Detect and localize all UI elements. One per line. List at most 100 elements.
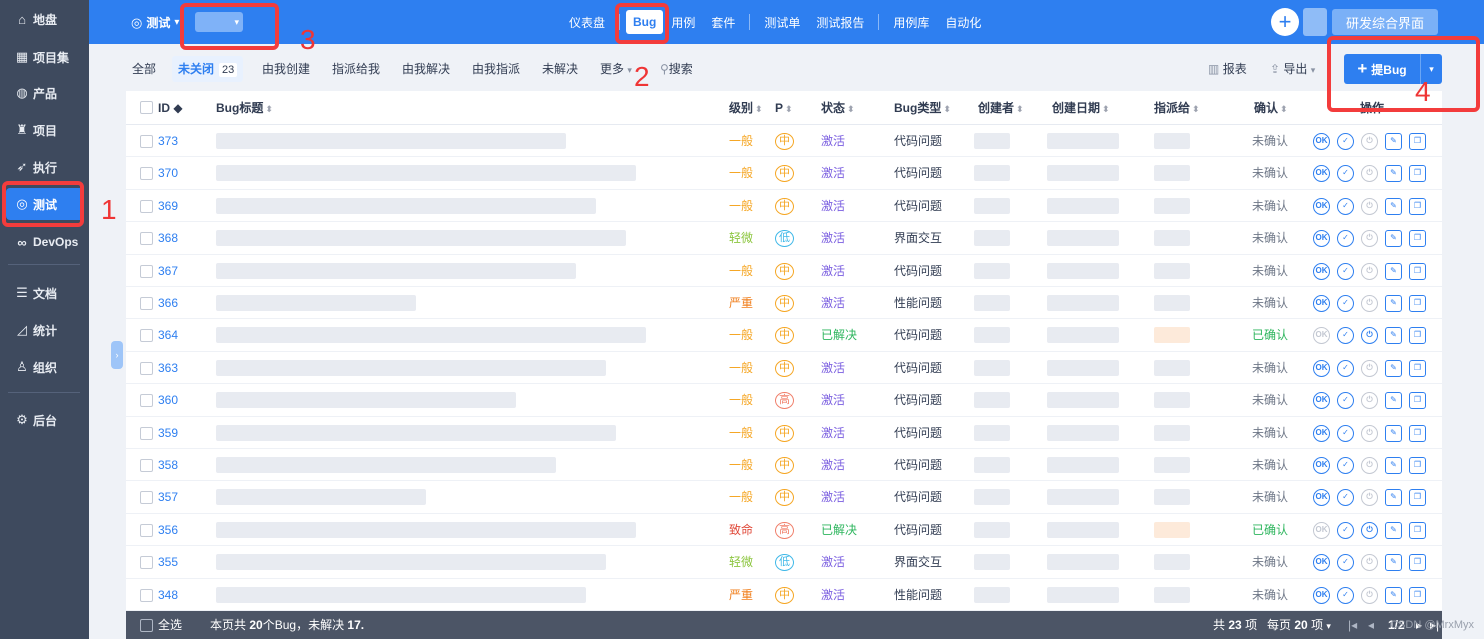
prev-page-icon[interactable]: ◂: [1368, 611, 1374, 639]
col-title[interactable]: Bug标题 ⬍: [216, 91, 273, 125]
tab-6[interactable]: 用例库: [885, 14, 937, 31]
row-checkbox[interactable]: [140, 556, 153, 570]
row-checkbox[interactable]: [140, 361, 153, 375]
bug-title-redacted[interactable]: [216, 197, 596, 214]
copy-icon[interactable]: ❐: [1409, 392, 1426, 410]
edit-icon[interactable]: ✎: [1385, 359, 1402, 377]
row-checkbox[interactable]: [140, 588, 153, 602]
copy-icon[interactable]: ❐: [1409, 521, 1426, 539]
copy-icon[interactable]: ❐: [1409, 424, 1426, 442]
sidebar-item[interactable]: ⚙ 后台: [6, 404, 84, 436]
table-row[interactable]: 367 一般 中 激活 代码问题 未确认 OK ✓ ⏻ ✎ ❐: [126, 255, 1442, 287]
resolve-check-icon[interactable]: ✓: [1337, 521, 1354, 539]
row-checkbox[interactable]: [140, 459, 153, 472]
table-row[interactable]: 366 严重 中 激活 性能问题 未确认 OK ✓ ⏻ ✎ ❐: [126, 287, 1442, 320]
close-power-icon[interactable]: ⏻: [1361, 521, 1378, 539]
sidebar-item[interactable]: ⌂ 地盘: [6, 3, 84, 35]
copy-icon[interactable]: ❐: [1409, 133, 1426, 150]
table-row[interactable]: 359 一般 中 激活 代码问题 未确认 OK ✓ ⏻ ✎ ❐: [126, 417, 1442, 449]
col-confirm[interactable]: 确认 ⬍: [1254, 91, 1288, 125]
tab-2[interactable]: 用例: [663, 14, 703, 31]
tab-5[interactable]: 测试报告: [808, 14, 872, 31]
close-power-icon[interactable]: ⏻: [1361, 586, 1378, 604]
resolve-check-icon[interactable]: ✓: [1337, 359, 1354, 377]
bug-id[interactable]: 373: [158, 125, 178, 157]
module-switcher[interactable]: ◎ 测试 ▾: [131, 14, 179, 31]
sidebar-item[interactable]: ◎ 测试: [6, 188, 84, 220]
confirm-icon[interactable]: OK: [1313, 230, 1330, 248]
edit-icon[interactable]: ✎: [1385, 554, 1402, 572]
product-select[interactable]: ▾: [195, 12, 243, 32]
confirm-icon[interactable]: OK: [1313, 359, 1330, 377]
bug-id[interactable]: 355: [158, 546, 178, 578]
assignee-redacted[interactable]: [1154, 586, 1190, 603]
confirm-icon[interactable]: OK: [1313, 586, 1330, 604]
row-checkbox[interactable]: [140, 523, 153, 537]
close-power-icon[interactable]: ⏻: [1361, 133, 1378, 150]
confirm-icon[interactable]: OK: [1313, 165, 1330, 183]
tab-4[interactable]: 测试单: [756, 14, 808, 31]
table-row[interactable]: 348 严重 中 激活 性能问题 未确认 OK ✓ ⏻ ✎ ❐: [126, 579, 1442, 611]
assignee-redacted[interactable]: [1154, 197, 1190, 214]
close-power-icon[interactable]: ⏻: [1361, 489, 1378, 507]
sidebar-item[interactable]: ▦ 项目集: [6, 41, 84, 73]
filter-all[interactable]: 全部: [126, 56, 162, 82]
close-power-icon[interactable]: ⏻: [1361, 197, 1378, 215]
table-row[interactable]: 370 一般 中 激活 代码问题 未确认 OK ✓ ⏻ ✎ ❐: [126, 157, 1442, 190]
close-power-icon[interactable]: ⏻: [1361, 359, 1378, 377]
confirm-icon[interactable]: OK: [1313, 521, 1330, 539]
quick-create-button[interactable]: +: [1271, 8, 1299, 36]
bug-title-redacted[interactable]: [216, 262, 576, 279]
assignee-redacted[interactable]: [1154, 359, 1190, 376]
table-row[interactable]: 360 一般 高 激活 代码问题 未确认 OK ✓ ⏻ ✎ ❐: [126, 384, 1442, 417]
col-type[interactable]: Bug类型 ⬍: [894, 91, 951, 125]
sidebar-item[interactable]: ◿ 统计: [6, 314, 84, 346]
assignee-redacted[interactable]: [1154, 554, 1190, 571]
copy-icon[interactable]: ❐: [1409, 327, 1426, 345]
copy-icon[interactable]: ❐: [1409, 262, 1426, 280]
bug-id[interactable]: 368: [158, 222, 178, 254]
confirm-icon[interactable]: OK: [1313, 457, 1330, 474]
edit-icon[interactable]: ✎: [1385, 424, 1402, 442]
avatar[interactable]: [1303, 8, 1327, 36]
assignee-redacted[interactable]: [1154, 295, 1190, 311]
select-all-checkbox[interactable]: [140, 101, 153, 114]
assignee-redacted[interactable]: [1154, 424, 1190, 441]
confirm-icon[interactable]: OK: [1313, 489, 1330, 507]
resolve-check-icon[interactable]: ✓: [1337, 392, 1354, 410]
copy-icon[interactable]: ❐: [1409, 230, 1426, 248]
tab-7[interactable]: 自动化: [937, 14, 989, 31]
bug-title-redacted[interactable]: [216, 359, 606, 376]
assignee-redacted[interactable]: [1154, 230, 1190, 247]
table-row[interactable]: 357 一般 中 激活 代码问题 未确认 OK ✓ ⏻ ✎ ❐: [126, 481, 1442, 514]
close-power-icon[interactable]: ⏻: [1361, 295, 1378, 312]
per-page-select[interactable]: 每页 20 项 ▾: [1267, 611, 1331, 639]
close-power-icon[interactable]: ⏻: [1361, 457, 1378, 474]
bug-title-redacted[interactable]: [216, 521, 636, 538]
assignee-redacted[interactable]: [1154, 165, 1190, 182]
table-row[interactable]: 358 一般 中 激活 代码问题 未确认 OK ✓ ⏻ ✎ ❐: [126, 449, 1442, 482]
filter-assigned-to-me[interactable]: 指派给我: [326, 56, 386, 82]
filter-resolved-by-me[interactable]: 由我解决: [396, 56, 456, 82]
copy-icon[interactable]: ❐: [1409, 359, 1426, 377]
col-assigned[interactable]: 指派给 ⬍: [1154, 91, 1200, 125]
sidebar-item[interactable]: ∞ DevOps: [6, 226, 84, 258]
col-date[interactable]: 创建日期 ⬍: [1052, 91, 1110, 125]
bug-id[interactable]: 356: [158, 514, 178, 546]
confirm-icon[interactable]: OK: [1313, 197, 1330, 215]
resolve-check-icon[interactable]: ✓: [1337, 133, 1354, 150]
assignee-redacted[interactable]: [1154, 262, 1190, 279]
confirm-icon[interactable]: OK: [1313, 554, 1330, 572]
row-checkbox[interactable]: [140, 232, 153, 246]
row-checkbox[interactable]: [140, 329, 153, 343]
edit-icon[interactable]: ✎: [1385, 197, 1402, 215]
tab-1[interactable]: Bug: [626, 10, 664, 34]
resolve-check-icon[interactable]: ✓: [1337, 295, 1354, 312]
resolve-check-icon[interactable]: ✓: [1337, 230, 1354, 248]
table-row[interactable]: 356 致命 高 已解决 代码问题 已确认 OK ✓ ⏻ ✎ ❐: [126, 514, 1442, 547]
col-status[interactable]: 状态 ⬍: [821, 91, 855, 125]
bug-title-redacted[interactable]: [216, 457, 556, 473]
chevron-down-icon[interactable]: ▾: [1421, 64, 1442, 75]
sidebar-item[interactable]: ☰ 文档: [6, 277, 84, 309]
confirm-icon[interactable]: OK: [1313, 392, 1330, 410]
